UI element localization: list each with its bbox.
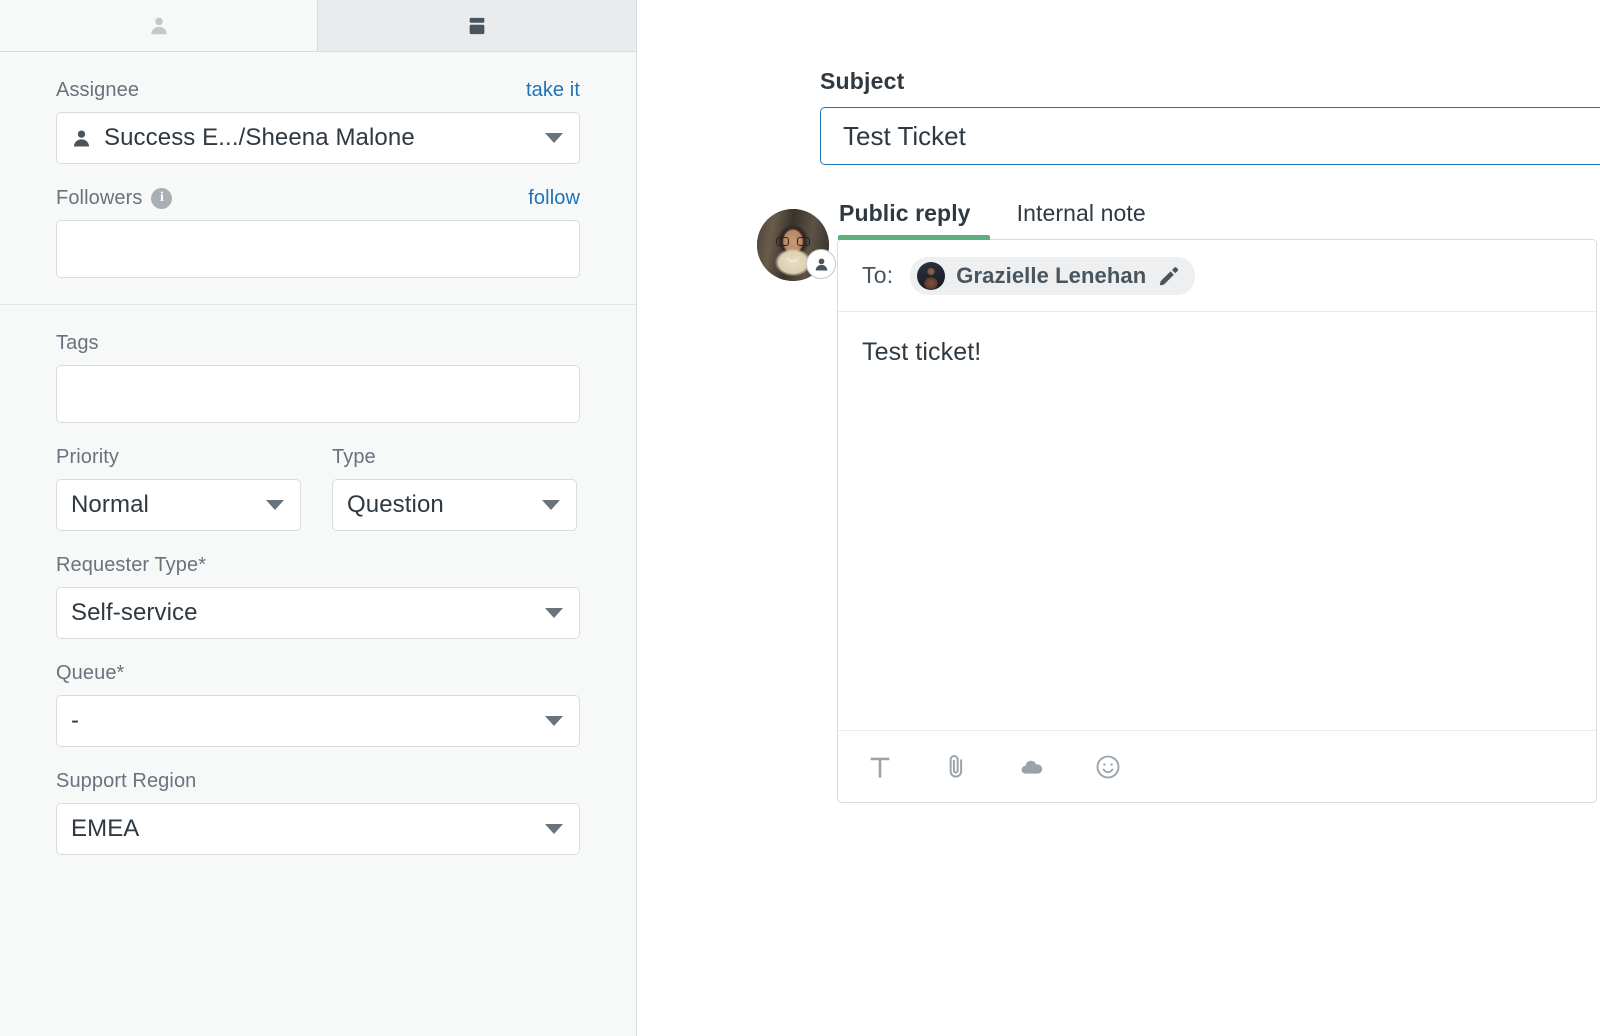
support-region-label: Support Region: [56, 769, 196, 793]
editor-toolbar: [838, 730, 1596, 802]
assignee-value: Success E.../Sheena Malone: [104, 124, 415, 152]
priority-select[interactable]: Normal: [56, 479, 301, 531]
paperclip-icon[interactable]: [940, 751, 972, 783]
support-region-field-header: Support Region: [56, 769, 580, 793]
requester-type-select[interactable]: Self-service: [56, 587, 580, 639]
smiley-icon[interactable]: [1092, 751, 1124, 783]
chevron-down-icon: [542, 500, 560, 510]
subject-value: Test Ticket: [843, 121, 966, 152]
queue-label: Queue*: [56, 661, 124, 685]
support-region-field: Support Region EMEA: [56, 769, 580, 855]
priority-field-header: Priority: [56, 445, 301, 469]
queue-field: Queue* -: [56, 661, 580, 747]
ticket-attributes-section: Tags Priority Normal: [0, 305, 636, 885]
info-icon[interactable]: i: [151, 188, 172, 209]
recipient-chip[interactable]: Grazielle Lenehan: [910, 257, 1195, 295]
assignment-section: Assignee take it Success E.../Sheena Mal…: [0, 52, 636, 304]
tags-field-header: Tags: [56, 331, 580, 355]
composer-box: To: Grazielle Lenehan: [837, 239, 1597, 803]
text-format-icon[interactable]: [864, 751, 896, 783]
type-value: Question: [347, 491, 444, 519]
queue-value: -: [71, 707, 79, 735]
tags-input[interactable]: [56, 365, 580, 423]
active-channel-accent-bar: [838, 235, 990, 240]
composer-column: Public reply Internal note To: Grazielle…: [837, 200, 1597, 803]
requester-type-field-header: Requester Type*: [56, 553, 580, 577]
type-label: Type: [332, 445, 376, 469]
cloud-icon[interactable]: [1016, 751, 1048, 783]
requester-type-field: Requester Type* Self-service: [56, 553, 580, 639]
sidebar-tabbar: [0, 0, 636, 52]
chevron-down-icon: [545, 133, 563, 143]
author-avatar-column: [757, 200, 837, 281]
queue-field-header: Queue*: [56, 661, 580, 685]
composer-area: Public reply Internal note To: Grazielle…: [757, 200, 1597, 803]
person-icon: [148, 15, 170, 37]
ticket-workspace: Assignee take it Success E.../Sheena Mal…: [0, 0, 1600, 1036]
ticket-properties-sidebar: Assignee take it Success E.../Sheena Mal…: [0, 0, 637, 1036]
chevron-down-icon: [545, 608, 563, 618]
requester-type-label: Requester Type*: [56, 553, 206, 577]
sidebar-tab-customer-context[interactable]: [0, 0, 318, 51]
support-region-select[interactable]: EMEA: [56, 803, 580, 855]
followers-field: Followers i follow: [56, 186, 580, 278]
avatar-glasses: [776, 237, 810, 246]
tags-label: Tags: [56, 331, 99, 355]
type-field-header: Type: [332, 445, 577, 469]
requester-type-value: Self-service: [71, 599, 198, 627]
reply-channel-tabs: Public reply Internal note: [837, 200, 1597, 229]
followers-field-header: Followers i follow: [56, 186, 580, 210]
person-badge-icon: [806, 249, 836, 279]
support-region-value: EMEA: [71, 815, 139, 843]
subject-input[interactable]: Test Ticket: [820, 107, 1600, 165]
recipient-avatar: [917, 262, 945, 290]
followers-input[interactable]: [56, 220, 580, 278]
chevron-down-icon: [545, 716, 563, 726]
pencil-icon[interactable]: [1157, 264, 1181, 288]
tab-internal-note[interactable]: Internal note: [1017, 200, 1146, 229]
tab-public-reply[interactable]: Public reply: [839, 200, 971, 229]
assignee-field: Assignee take it Success E.../Sheena Mal…: [56, 78, 580, 164]
chevron-down-icon: [545, 824, 563, 834]
tags-field: Tags: [56, 331, 580, 423]
person-icon: [71, 128, 92, 149]
followers-label: Followers: [56, 186, 142, 210]
subject-label: Subject: [820, 68, 1600, 95]
to-label: To:: [862, 262, 893, 289]
recipient-row: To: Grazielle Lenehan: [838, 240, 1596, 312]
priority-label: Priority: [56, 445, 119, 469]
ticket-main-panel: Subject Test Ticket: [637, 0, 1600, 1036]
priority-field: Priority Normal: [56, 445, 301, 531]
chevron-down-icon: [266, 500, 284, 510]
subject-block: Subject Test Ticket: [820, 68, 1600, 165]
queue-select[interactable]: -: [56, 695, 580, 747]
type-select[interactable]: Question: [332, 479, 577, 531]
take-it-link[interactable]: take it: [526, 79, 580, 102]
assignee-select[interactable]: Success E.../Sheena Malone: [56, 112, 580, 164]
reply-editor[interactable]: Test ticket!: [838, 312, 1596, 730]
follow-link[interactable]: follow: [528, 187, 580, 210]
assignee-field-header: Assignee take it: [56, 78, 580, 102]
ticket-properties-form: Assignee take it Success E.../Sheena Mal…: [0, 52, 636, 885]
assignee-label: Assignee: [56, 78, 139, 102]
priority-value: Normal: [71, 491, 149, 519]
followers-label-group: Followers i: [56, 186, 172, 210]
reply-editor-text: Test ticket!: [862, 338, 1572, 367]
panel-layout-icon: [466, 15, 488, 37]
type-field: Type Question: [332, 445, 577, 531]
recipient-name: Grazielle Lenehan: [956, 263, 1146, 289]
priority-type-row: Priority Normal Type Question: [56, 445, 580, 531]
sidebar-tab-ticket-fields[interactable]: [318, 0, 636, 51]
